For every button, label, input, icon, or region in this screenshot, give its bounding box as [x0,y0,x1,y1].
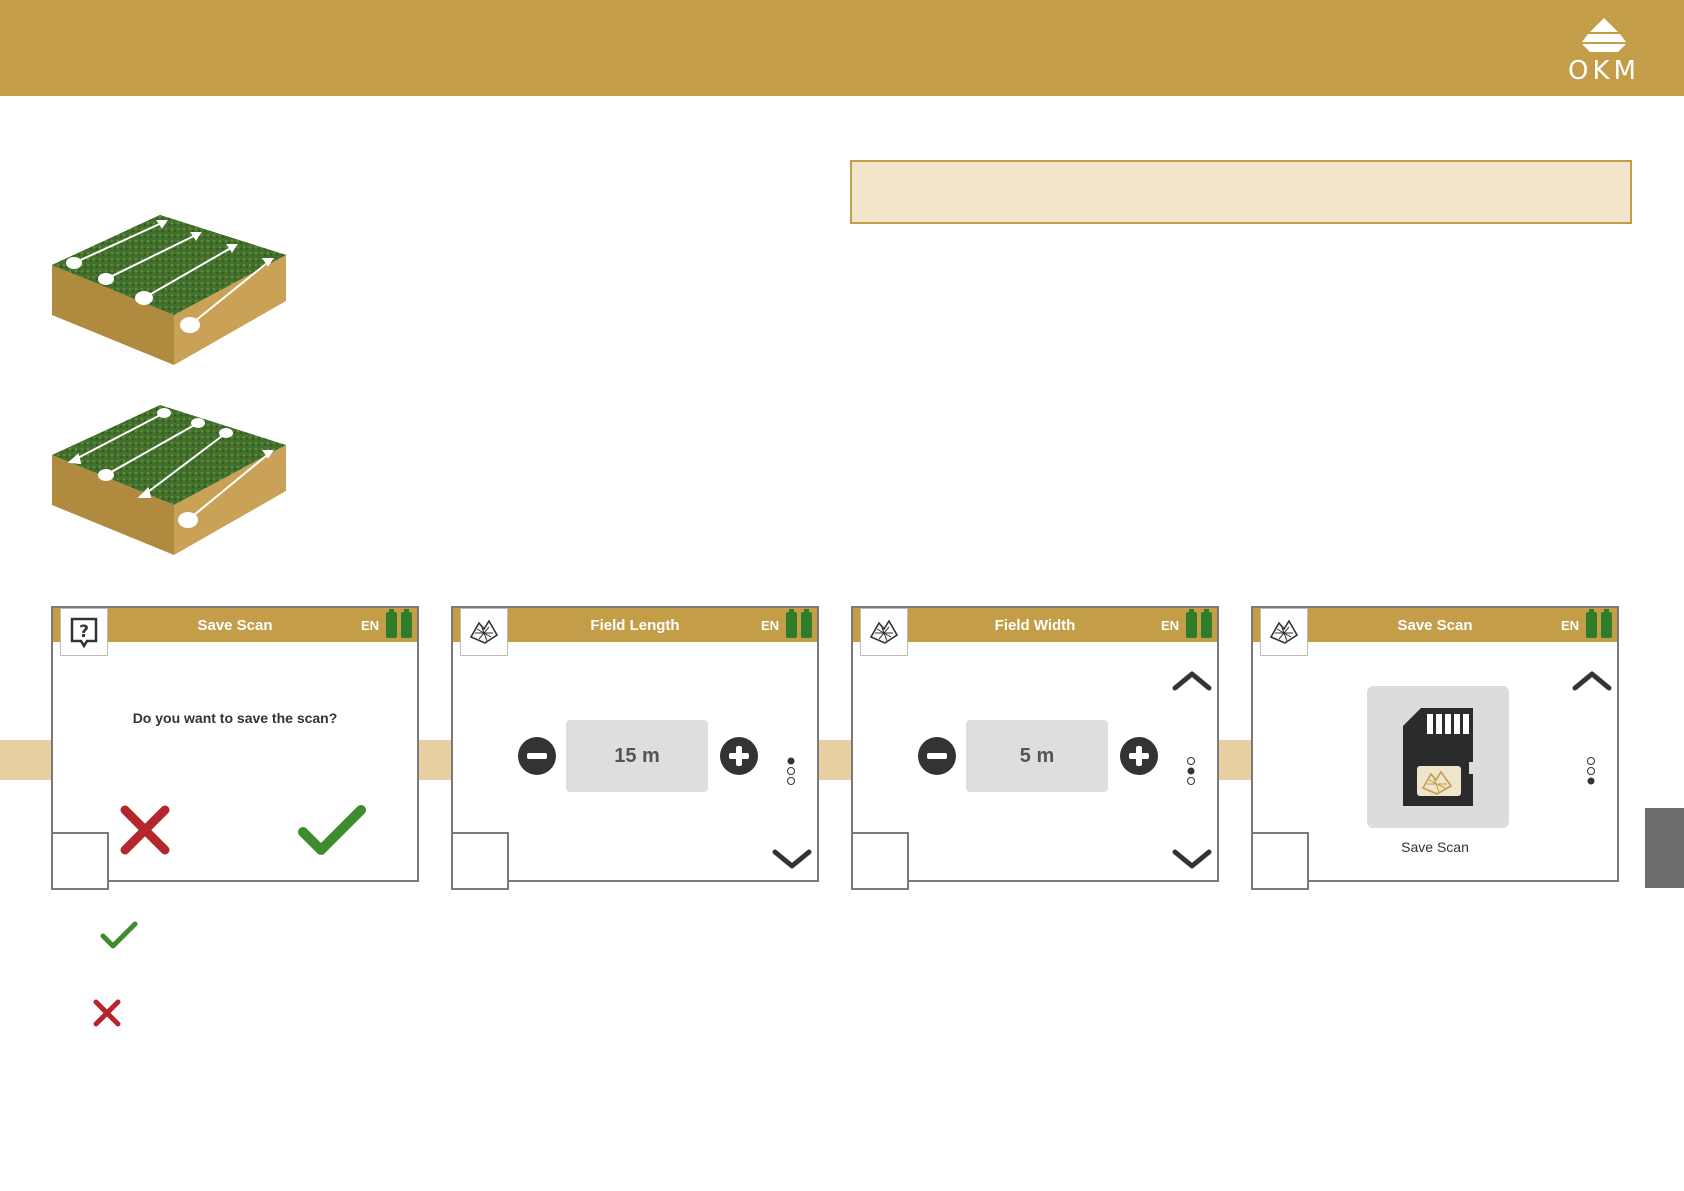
screen-field-length: Field Length EN 15 m [451,606,819,890]
zigzag-scan-pattern-image [52,405,286,555]
field-width-value: 5 m [966,720,1108,792]
battery-icon [1201,609,1212,638]
save-scan-question: Do you want to save the scan? [132,710,338,726]
okm-logo: OKM [1564,16,1644,86]
chevron-up-icon[interactable] [1571,670,1613,692]
scan-map-icon [469,619,499,644]
field-length-value: 15 m [566,720,708,792]
chevron-down-icon[interactable] [1171,848,1213,870]
legend-check-icon [100,921,138,949]
battery-icon [386,609,397,638]
battery-icon [401,609,412,638]
save-scan-tile[interactable] [1367,686,1509,828]
screen-save-scan: Save Scan EN Save Scan [1251,606,1619,890]
help-button[interactable]: ? [60,608,108,656]
corner-box [451,832,509,890]
notice-box [850,160,1632,224]
svg-text:?: ? [79,622,89,642]
page-indicator [1187,757,1195,785]
language-indicator[interactable]: EN [361,618,379,633]
scan-mode-button[interactable] [460,608,508,656]
battery-icon [786,609,797,638]
corner-box [1251,832,1309,890]
top-banner: OKM [0,0,1684,96]
scan-map-icon [1269,619,1299,644]
screen-save-scan-question: Save Scan EN ? Do you want to save the s… [51,606,419,890]
scan-map-icon [869,619,899,644]
sd-card-icon [1403,708,1473,806]
battery-icon [1601,609,1612,638]
increase-length-button[interactable] [719,736,759,776]
chevron-up-icon[interactable] [1171,670,1213,692]
reject-cross-icon[interactable] [119,804,171,856]
language-indicator[interactable]: EN [1161,618,1179,633]
parallel-scan-pattern-image [52,215,286,365]
language-indicator[interactable]: EN [761,618,779,633]
battery-icon [801,609,812,638]
chevron-down-icon[interactable] [771,848,813,870]
pyramid-logo-icon [1582,18,1626,52]
scan-mode-button[interactable] [1260,608,1308,656]
corner-box [51,832,109,890]
page-indicator [787,757,795,785]
page-indicator [1587,757,1595,785]
battery-icon [1586,609,1597,638]
decrease-width-button[interactable] [917,736,957,776]
corner-box [851,832,909,890]
battery-icon [1186,609,1197,638]
logo-text: OKM [1568,56,1640,86]
increase-width-button[interactable] [1119,736,1159,776]
help-icon: ? [70,617,98,649]
decrease-length-button[interactable] [517,736,557,776]
legend-cross-icon [93,999,121,1027]
screen-field-width: Field Width EN 5 m [851,606,1219,890]
accept-check-icon[interactable] [297,804,367,858]
language-indicator[interactable]: EN [1561,618,1579,633]
scan-mode-button[interactable] [860,608,908,656]
side-tab[interactable] [1645,808,1684,888]
